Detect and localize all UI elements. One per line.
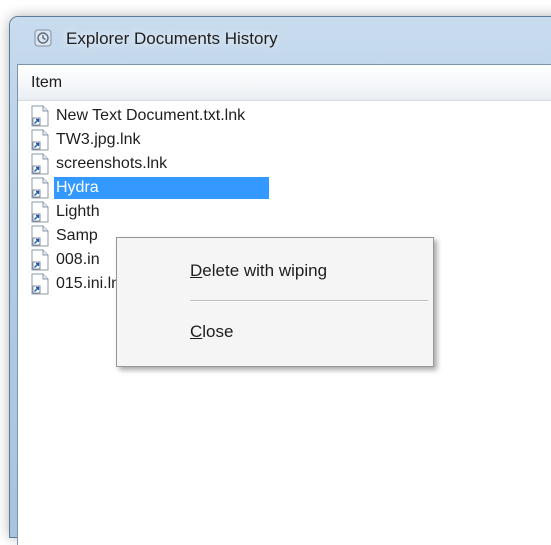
list-item[interactable]: New Text Document.txt.lnk	[31, 104, 247, 128]
shortcut-file-icon	[31, 273, 49, 295]
shortcut-file-icon	[31, 225, 49, 247]
shortcut-file-icon	[31, 201, 49, 223]
list-item[interactable]: Lighth	[31, 200, 102, 224]
list-item[interactable]: 008.in	[31, 248, 102, 272]
menu-item-close[interactable]: Close	[190, 322, 233, 342]
column-header-item[interactable]: Item	[18, 65, 551, 101]
list-item-label: Samp	[56, 227, 98, 244]
menu-item-mnemonic: C	[190, 322, 203, 341]
list-item-label: TW3.jpg.lnk	[56, 131, 141, 148]
list-item-label: Hydra	[54, 177, 269, 199]
list-item[interactable]: TW3.jpg.lnk	[31, 128, 142, 152]
list-item-label: New Text Document.txt.lnk	[56, 107, 246, 124]
list-item[interactable]: Samp	[31, 224, 100, 248]
list-item[interactable]: screenshots.lnk	[31, 152, 169, 176]
list-item-label: 008.in	[56, 251, 100, 268]
menu-separator	[190, 300, 428, 302]
shortcut-file-icon	[31, 129, 49, 151]
menu-item-mnemonic: D	[190, 261, 203, 280]
history-app-icon	[34, 29, 52, 47]
menu-item-delete-with-wiping[interactable]: Delete with wiping	[190, 261, 327, 281]
shortcut-file-icon	[31, 153, 49, 175]
list-item-label: screenshots.lnk	[56, 155, 168, 172]
menu-item-label: elete with wiping	[202, 261, 328, 280]
shortcut-file-icon	[31, 105, 49, 127]
menu-item-label: lose	[202, 322, 234, 341]
column-header-label: Item	[31, 74, 63, 91]
list-item-selected[interactable]: Hydra	[31, 176, 269, 200]
window-title: Explorer Documents History	[66, 29, 278, 48]
shortcut-file-icon	[31, 249, 49, 271]
shortcut-file-icon	[31, 177, 49, 199]
context-menu: Delete with wiping Close	[116, 237, 434, 367]
list-item-label: Lighth	[56, 203, 100, 220]
